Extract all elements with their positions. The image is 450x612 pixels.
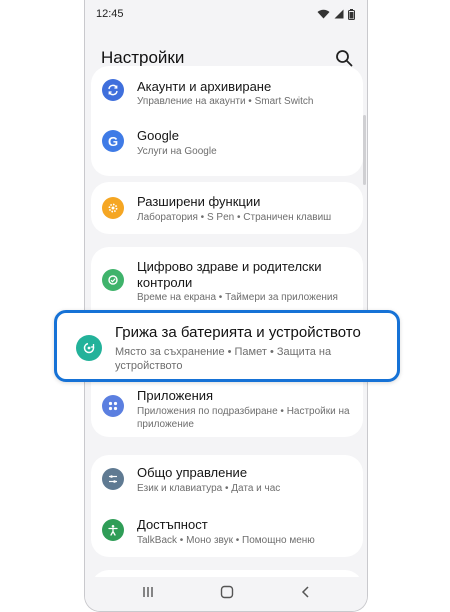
settings-item-accessibility[interactable]: Достъпност TalkBack • Моно звук • Помощн… [91, 507, 363, 555]
recent-apps-icon[interactable] [141, 585, 155, 599]
search-icon[interactable] [335, 49, 353, 67]
settings-item-title: Разширени функции [137, 194, 261, 209]
settings-item-subtitle: Място за съхранение • Памет • Защита на … [115, 346, 332, 372]
sliders-icon [102, 468, 124, 490]
settings-item-advanced-features[interactable]: Разширени функции Лаборатория • S Pen • … [91, 182, 363, 234]
battery-icon [348, 8, 355, 20]
device-care-icon [76, 335, 102, 361]
google-icon: G [102, 130, 124, 152]
settings-item-title: Акаунти и архивиране [137, 79, 272, 94]
gear-icon [102, 197, 124, 219]
settings-group-general: Общо управление Език и клавиатура • Дата… [91, 455, 363, 557]
home-icon[interactable] [220, 585, 234, 599]
settings-item-digital-wellbeing[interactable]: Цифрово здраве и родителски контроли Вре… [91, 247, 363, 307]
settings-item-subtitle: Лаборатория • S Pen • Страничен клавиш [137, 212, 332, 223]
status-bar: 12:45 [85, 0, 367, 28]
settings-item-subtitle: Приложения по подразбиране • Настройки н… [137, 406, 350, 430]
settings-group-accounts: Акаунти и архивиране Управление на акаун… [91, 66, 363, 176]
settings-item-subtitle: Управление на акаунти • Smart Switch [137, 96, 314, 107]
settings-item-title: Достъпност [137, 517, 208, 532]
page-title: Настройки [101, 48, 185, 67]
settings-item-title: Общо управление [137, 465, 248, 480]
apps-grid-icon [102, 395, 124, 417]
settings-item-title: Грижа за батерията и устройството [115, 324, 361, 341]
settings-item-title: Цифрово здраве и родителски контроли [137, 259, 322, 290]
settings-item-subtitle: Време на екрана • Таймери за приложения [137, 292, 338, 303]
signal-icon [334, 9, 344, 19]
settings-item-accounts[interactable]: Акаунти и архивиране Управление на акаун… [91, 66, 363, 111]
phone-frame: 12:45 Настройки Акаунти и архивиране Упр… [84, 0, 368, 612]
wellbeing-icon [102, 269, 124, 291]
settings-item-subtitle: TalkBack • Моно звук • Помощно меню [137, 535, 315, 546]
settings-item-battery-device-care[interactable]: Грижа за батерията и устройството Място … [54, 310, 400, 382]
accessibility-icon [102, 519, 124, 541]
status-icons [317, 8, 355, 20]
settings-item-title: Google [137, 128, 179, 143]
settings-item-title: Приложения [137, 388, 214, 403]
wifi-icon [317, 9, 330, 19]
settings-item-general-management[interactable]: Общо управление Език и клавиатура • Дата… [91, 455, 363, 505]
settings-item-subtitle: Услуги на Google [137, 146, 217, 157]
settings-item-subtitle: Език и клавиатура • Дата и час [137, 483, 281, 494]
settings-group-advanced: Разширени функции Лаборатория • S Pen • … [91, 182, 363, 234]
scrollbar[interactable] [363, 115, 366, 185]
settings-item-google[interactable]: G Google Услуги на Google [91, 116, 363, 166]
status-time: 12:45 [96, 8, 124, 20]
back-icon[interactable] [299, 585, 313, 599]
settings-item-apps[interactable]: Приложения Приложения по подразбиране • … [91, 382, 363, 432]
navigation-bar [85, 577, 367, 611]
sync-icon [102, 79, 124, 101]
